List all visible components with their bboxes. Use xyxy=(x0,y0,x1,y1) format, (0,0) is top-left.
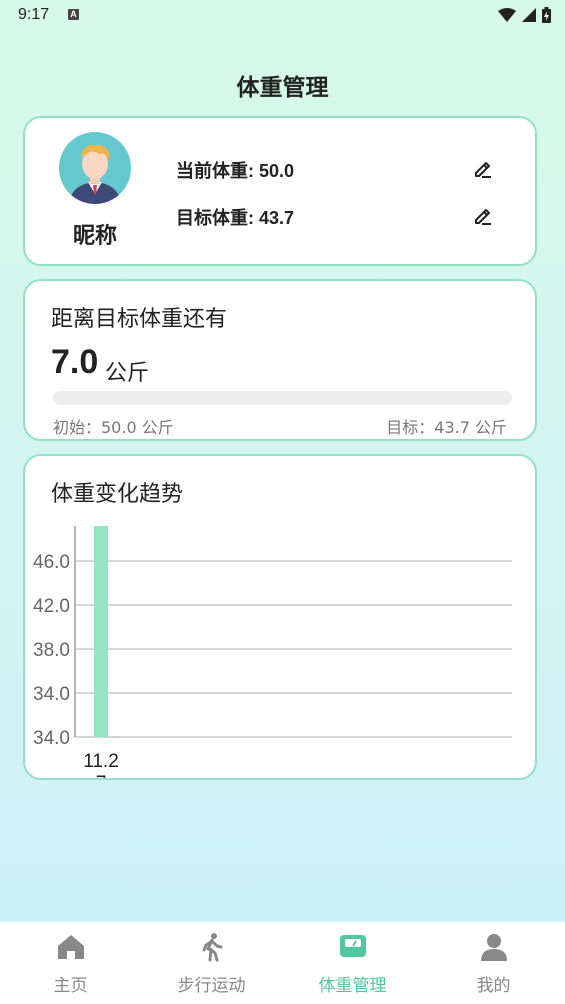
status-icons xyxy=(498,6,551,24)
remaining-label: 距离目标体重还有 xyxy=(51,307,228,332)
tab-mine[interactable]: 我的 xyxy=(423,922,564,1004)
avatar-image xyxy=(59,132,131,204)
battery-icon xyxy=(542,7,551,23)
chart-y-tick-label: 38.0 xyxy=(33,640,70,661)
weight-trend-chart: 34.0 34.0 38.0 42.0 46.0 11.27 xyxy=(33,526,512,778)
nickname: 昵称 xyxy=(72,224,117,249)
trend-card: 体重变化趋势 34.0 34.0 38.0 42.0 46.0 11.27 xyxy=(23,454,537,780)
remaining-card: 距离目标体重还有 7.0 公斤 初始：50.0 公斤 目标：43.7 公斤 xyxy=(23,279,537,441)
chart-x-tick-label: 11.2 xyxy=(83,751,119,772)
progress-bar xyxy=(53,391,512,405)
notification-icon: A xyxy=(68,9,79,20)
trend-title: 体重变化趋势 xyxy=(51,482,184,507)
wifi-icon xyxy=(498,8,516,22)
remaining-value: 7.0 xyxy=(51,343,99,381)
chart-x-tick-label-overflow: 7 xyxy=(96,773,107,778)
signal-icon xyxy=(522,8,536,22)
tab-label-weight: 体重管理 xyxy=(318,976,387,996)
chart-y-tick-label: 46.0 xyxy=(33,552,70,573)
target-weight-text: 目标：43.7 公斤 xyxy=(386,418,507,437)
avatar[interactable] xyxy=(59,132,131,204)
walk-icon xyxy=(202,933,223,962)
scale-icon xyxy=(340,935,366,957)
profile-card: 昵称 当前体重: 50.0 目标体重: 43.7 xyxy=(23,116,537,266)
chart-y-tick-label: 34.0 xyxy=(33,728,70,749)
start-weight-text: 初始：50.0 公斤 xyxy=(53,418,174,437)
current-weight: 当前体重: 50.0 xyxy=(176,161,295,181)
status-time: 9:17 xyxy=(18,6,50,23)
remaining-unit: 公斤 xyxy=(105,361,150,386)
edit-current-weight-icon[interactable] xyxy=(472,157,494,179)
status-bar: 9:17 A xyxy=(0,0,565,34)
user-icon xyxy=(481,934,507,961)
bottom-tab-bar: 主页 步行运动 体重管理 我的 xyxy=(0,922,565,1004)
chart-y-tick-label: 42.0 xyxy=(33,596,70,617)
target-weight: 目标体重: 43.7 xyxy=(176,208,295,228)
tab-label-mine: 我的 xyxy=(476,976,511,996)
tab-walk[interactable]: 步行运动 xyxy=(141,922,282,1004)
tab-label-home: 主页 xyxy=(53,976,88,996)
tab-home[interactable]: 主页 xyxy=(0,922,141,1004)
chart-y-tick-label: 34.0 xyxy=(33,684,70,705)
edit-target-weight-icon[interactable] xyxy=(472,204,494,226)
page-title: 体重管理 xyxy=(236,75,329,101)
tab-weight[interactable]: 体重管理 xyxy=(282,922,423,1004)
tab-label-walk: 步行运动 xyxy=(177,976,246,996)
chart-bar xyxy=(94,526,108,737)
home-icon xyxy=(58,935,84,959)
